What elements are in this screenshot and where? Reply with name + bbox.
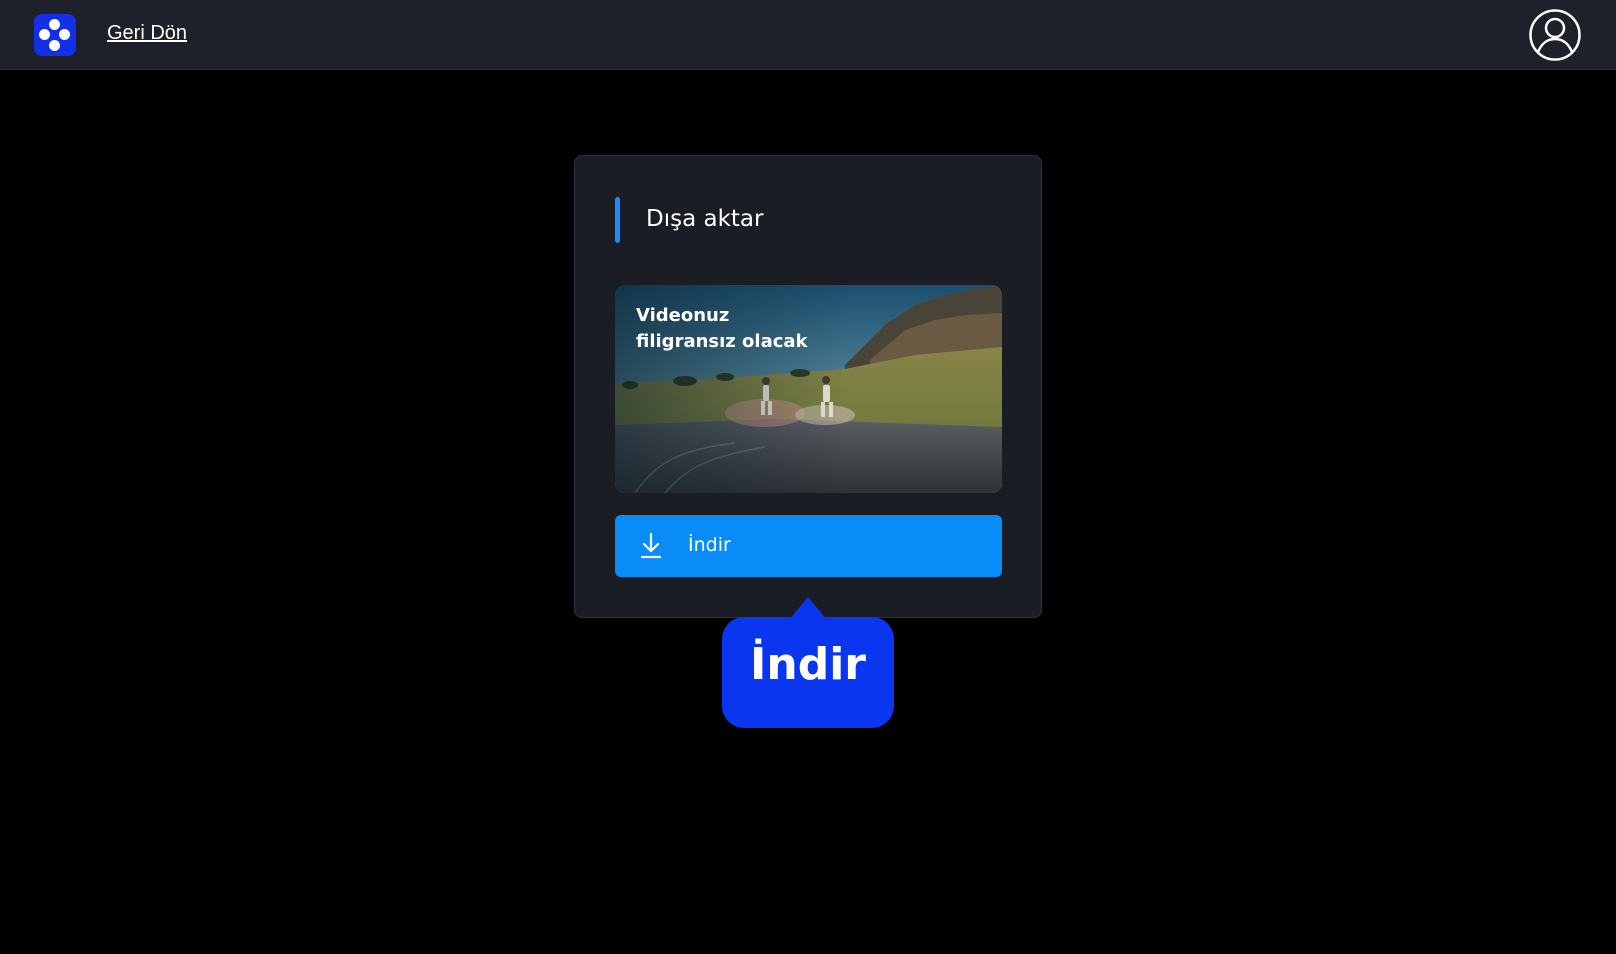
tooltip-arrow: [790, 597, 826, 619]
tooltip-text: İndir: [750, 639, 866, 690]
watermark-notice: Videonuz filigransız olacak: [636, 303, 896, 355]
download-tooltip: İndir: [722, 617, 894, 728]
export-panel: Dışa aktar Videonuz filigransız olacak İ…: [574, 155, 1042, 618]
back-link[interactable]: Geri Dön: [107, 22, 187, 45]
app-logo-icon[interactable]: [34, 14, 76, 56]
title-accent-bar: [615, 197, 620, 243]
video-preview: Videonuz filigransız olacak: [615, 285, 1002, 493]
download-label: İndir: [688, 534, 731, 556]
logo-dot: [49, 19, 60, 30]
export-title: Dışa aktar: [646, 206, 764, 232]
top-bar: Geri Dön: [0, 0, 1616, 70]
user-account-icon[interactable]: [1528, 8, 1582, 62]
logo-dot: [49, 40, 60, 51]
download-icon: [639, 532, 663, 560]
download-button[interactable]: İndir: [615, 515, 1002, 577]
watermark-notice-line2: filigransız olacak: [636, 331, 808, 352]
logo-dot: [39, 29, 50, 40]
logo-dot: [59, 29, 70, 40]
watermark-notice-line1: Videonuz: [636, 305, 730, 326]
